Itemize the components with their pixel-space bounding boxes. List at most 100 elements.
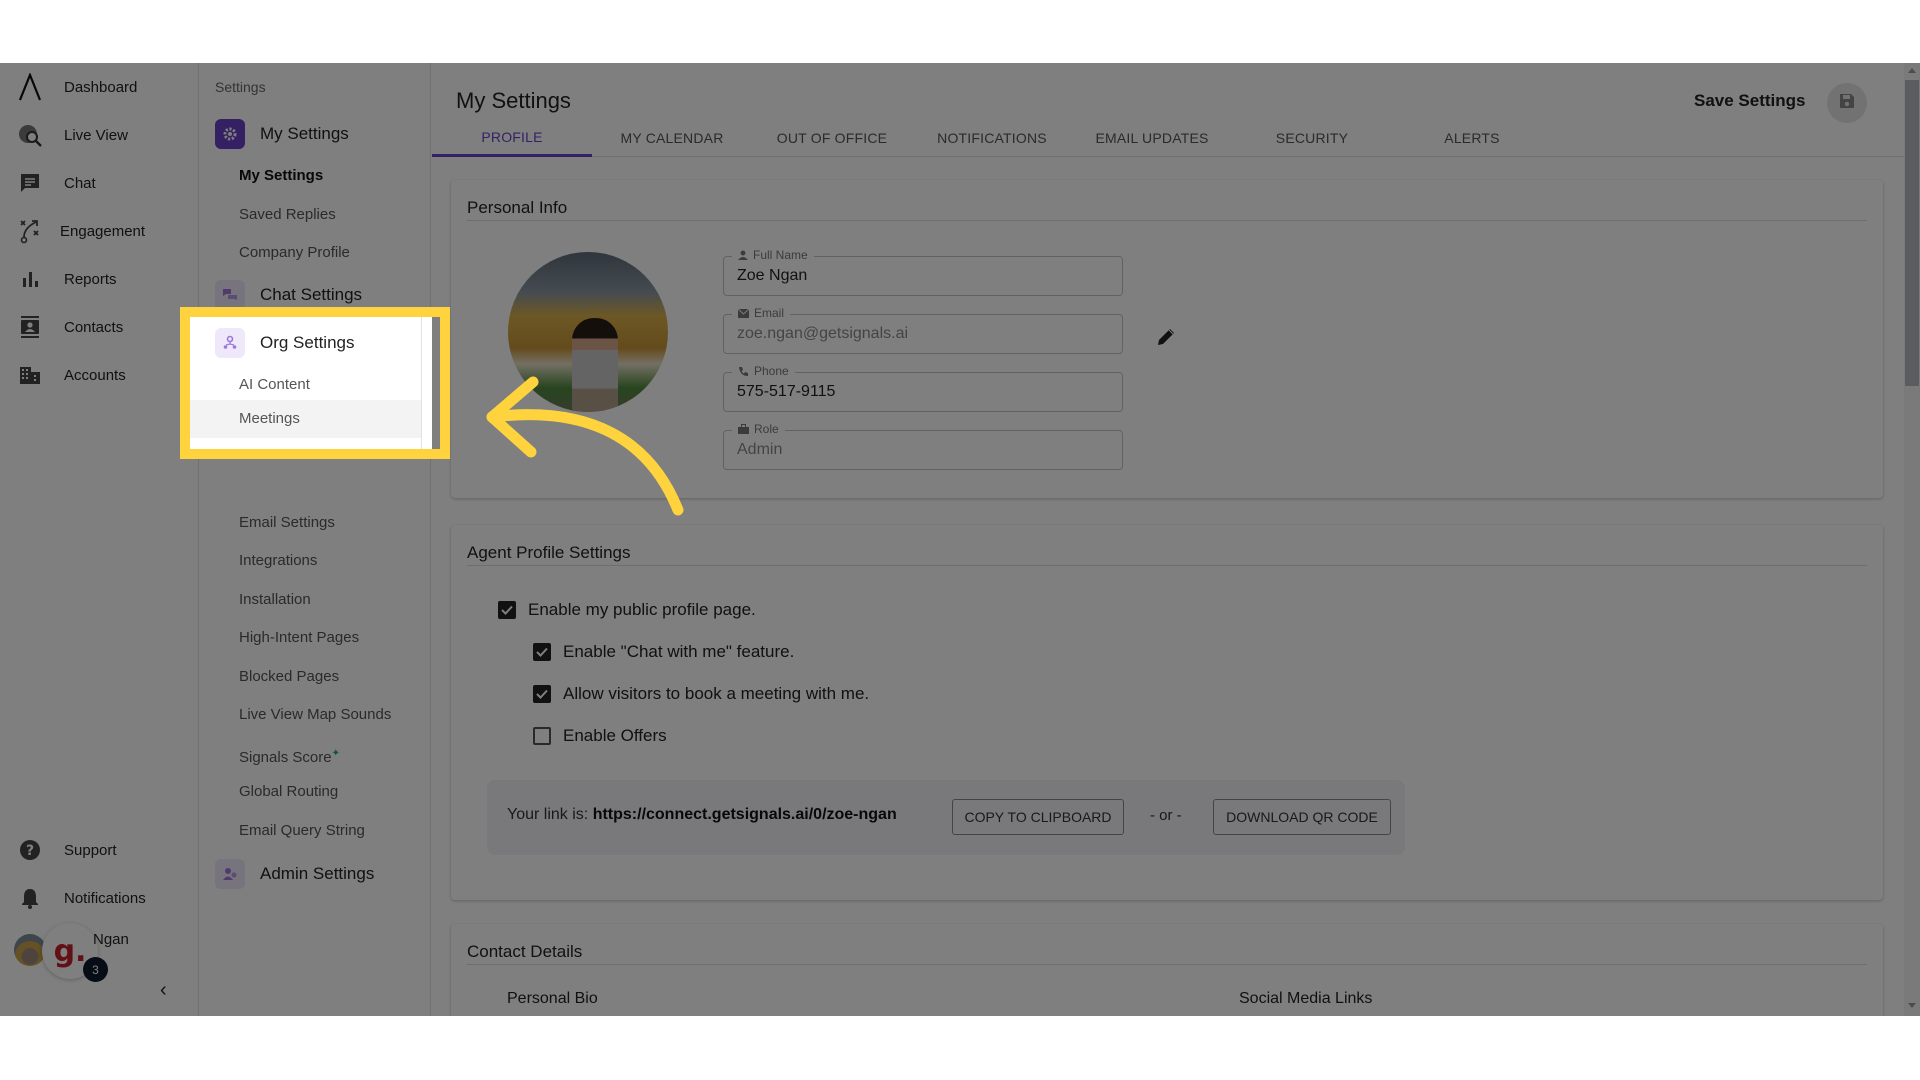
sparkle-icon: ✦ bbox=[331, 748, 340, 759]
tab-my-calendar[interactable]: MY CALENDAR bbox=[592, 119, 752, 157]
copy-to-clipboard-button[interactable]: COPY TO CLIPBOARD bbox=[952, 799, 1124, 835]
nav-item-engagement[interactable]: Engagement bbox=[0, 211, 199, 251]
pencil-icon bbox=[1158, 329, 1174, 345]
checkbox-checked-icon bbox=[533, 643, 551, 661]
section-org-settings[interactable]: Org Settings bbox=[215, 328, 355, 358]
sub-item-blocked-pages[interactable]: Blocked Pages bbox=[239, 666, 339, 688]
sub-item-meetings[interactable]: Meetings bbox=[239, 408, 300, 430]
sub-item-saved-replies[interactable]: Saved Replies bbox=[239, 204, 336, 226]
sub-item-my-settings[interactable]: My Settings bbox=[239, 165, 323, 187]
checkbox-label: Enable "Chat with me" feature. bbox=[563, 642, 795, 661]
tab-email-updates[interactable]: EMAIL UPDATES bbox=[1072, 119, 1232, 157]
help-icon: ? bbox=[17, 837, 43, 863]
nav-label: Accounts bbox=[64, 366, 126, 384]
nav-item-chat[interactable]: Chat bbox=[0, 163, 199, 203]
nav-label: Chat bbox=[64, 174, 96, 192]
spotlight-org-settings: Org Settings AI Content Meetings bbox=[189, 316, 432, 449]
phone-field[interactable]: Phone 575-517-9115 bbox=[723, 364, 1123, 412]
scrollbar-thumb[interactable] bbox=[1905, 80, 1919, 386]
public-link-url[interactable]: https://connect.getsignals.ai/0/zoe-ngan bbox=[593, 806, 897, 823]
checkbox-label: Enable my public profile page. bbox=[528, 600, 756, 619]
chat-with-me-checkbox[interactable]: Enable "Chat with me" feature. bbox=[533, 642, 794, 662]
download-qr-code-button[interactable]: DOWNLOAD QR CODE bbox=[1213, 799, 1391, 835]
nav-label: Live View bbox=[64, 126, 128, 144]
person-icon bbox=[738, 250, 748, 260]
enable-offers-checkbox[interactable]: Enable Offers bbox=[533, 726, 667, 746]
role-field[interactable]: Role Admin bbox=[723, 422, 1123, 470]
contact-card-icon bbox=[17, 314, 43, 340]
meetings-hover-row[interactable]: Meetings bbox=[189, 400, 421, 438]
tab-profile[interactable]: PROFILE bbox=[432, 119, 592, 157]
section-chat-settings[interactable]: Chat Settings bbox=[215, 280, 362, 310]
sub-item-live-view-map-sounds[interactable]: Live View Map Sounds bbox=[239, 704, 391, 726]
unread-badge: 3 bbox=[83, 957, 108, 982]
sub-item-global-routing[interactable]: Global Routing bbox=[239, 781, 338, 803]
sub-item-ai-content[interactable]: AI Content bbox=[239, 374, 310, 396]
email-field[interactable]: Email zoe.ngan@getsignals.ai bbox=[723, 306, 1123, 354]
sub-item-company-profile[interactable]: Company Profile bbox=[239, 242, 350, 264]
field-label: Full Name bbox=[732, 248, 814, 262]
field-value: Zoe Ngan bbox=[737, 267, 808, 284]
nav-item-live-view[interactable]: Live View bbox=[0, 115, 199, 155]
scroll-down-arrow[interactable] bbox=[1908, 1003, 1916, 1008]
public-link-box: Your link is: https://connect.getsignals… bbox=[487, 780, 1405, 855]
field-label-text: Role bbox=[754, 422, 779, 436]
nav-item-notifications[interactable]: Notifications bbox=[0, 878, 199, 918]
strategy-icon bbox=[17, 218, 43, 244]
sub-item-signals-score[interactable]: Signals Score✦ bbox=[239, 743, 340, 766]
card-title: Contact Details bbox=[467, 942, 583, 961]
user-menu[interactable]: g. 3 Ngan bbox=[12, 923, 192, 987]
book-meeting-checkbox[interactable]: Allow visitors to book a meeting with me… bbox=[533, 684, 869, 704]
section-my-settings[interactable]: My Settings bbox=[215, 119, 349, 149]
svg-text:?: ? bbox=[26, 843, 34, 859]
collapse-sidebar-button[interactable]: ‹ bbox=[160, 979, 167, 1002]
section-label: Chat Settings bbox=[260, 285, 363, 304]
tab-notifications[interactable]: NOTIFICATIONS bbox=[912, 119, 1072, 157]
user-name: Ngan bbox=[93, 931, 129, 948]
section-admin-settings[interactable]: Admin Settings bbox=[215, 859, 374, 889]
divider bbox=[467, 565, 1867, 566]
main-scrollbar[interactable] bbox=[1904, 63, 1920, 1016]
mail-icon bbox=[738, 308, 749, 318]
tab-security[interactable]: SECURITY bbox=[1232, 119, 1392, 157]
field-label-text: Email bbox=[754, 306, 785, 320]
field-label-text: Phone bbox=[754, 364, 789, 378]
sub-item-email-query-string[interactable]: Email Query String bbox=[239, 820, 365, 842]
settings-tabs: PROFILE MY CALENDAR OUT OF OFFICE NOTIFI… bbox=[432, 119, 1904, 157]
save-settings-button[interactable] bbox=[1827, 83, 1867, 123]
nav-item-support[interactable]: ? Support bbox=[0, 830, 199, 870]
full-name-field[interactable]: Full Name Zoe Ngan bbox=[723, 248, 1123, 296]
or-separator: - or - bbox=[1150, 807, 1182, 824]
building-icon bbox=[17, 362, 43, 388]
divider bbox=[421, 316, 422, 449]
logo-icon bbox=[17, 73, 43, 101]
scroll-up-arrow[interactable] bbox=[1908, 68, 1916, 73]
sub-item-high-intent-pages[interactable]: High-Intent Pages bbox=[239, 627, 359, 649]
page-title: My Settings bbox=[456, 88, 571, 113]
org-icon bbox=[215, 328, 245, 358]
section-label: Admin Settings bbox=[260, 864, 375, 883]
edit-email-button[interactable] bbox=[1155, 326, 1177, 348]
field-value: zoe.ngan@getsignals.ai bbox=[737, 325, 909, 342]
save-settings-label[interactable]: Save Settings bbox=[1694, 91, 1806, 111]
main-content: My Settings Save Settings PROFILE MY CAL… bbox=[432, 63, 1920, 1016]
link-prefix: Your link is: bbox=[507, 806, 589, 823]
nav-label: Contacts bbox=[64, 318, 124, 336]
floppy-disk-icon bbox=[1838, 92, 1856, 115]
nav-item-dashboard[interactable]: Dashboard bbox=[0, 67, 199, 107]
sub-item-installation[interactable]: Installation bbox=[239, 589, 311, 611]
nav-item-contacts[interactable]: Contacts bbox=[0, 307, 199, 347]
divider bbox=[467, 220, 1867, 221]
tab-out-of-office[interactable]: OUT OF OFFICE bbox=[752, 119, 912, 157]
nav-item-reports[interactable]: Reports bbox=[0, 259, 199, 299]
nav-label: Support bbox=[64, 841, 117, 859]
public-link-text: Your link is: https://connect.getsignals… bbox=[507, 806, 897, 824]
sub-item-email-settings[interactable]: Email Settings bbox=[239, 512, 335, 534]
primary-sidebar: Dashboard Live View Chat Engagement Repo… bbox=[0, 63, 199, 1016]
bar-chart-icon bbox=[17, 266, 43, 292]
public-profile-checkbox[interactable]: Enable my public profile page. bbox=[498, 600, 756, 620]
tab-alerts[interactable]: ALERTS bbox=[1392, 119, 1552, 157]
profile-photo[interactable] bbox=[508, 252, 668, 412]
sub-item-integrations[interactable]: Integrations bbox=[239, 550, 317, 572]
nav-item-accounts[interactable]: Accounts bbox=[0, 355, 199, 395]
